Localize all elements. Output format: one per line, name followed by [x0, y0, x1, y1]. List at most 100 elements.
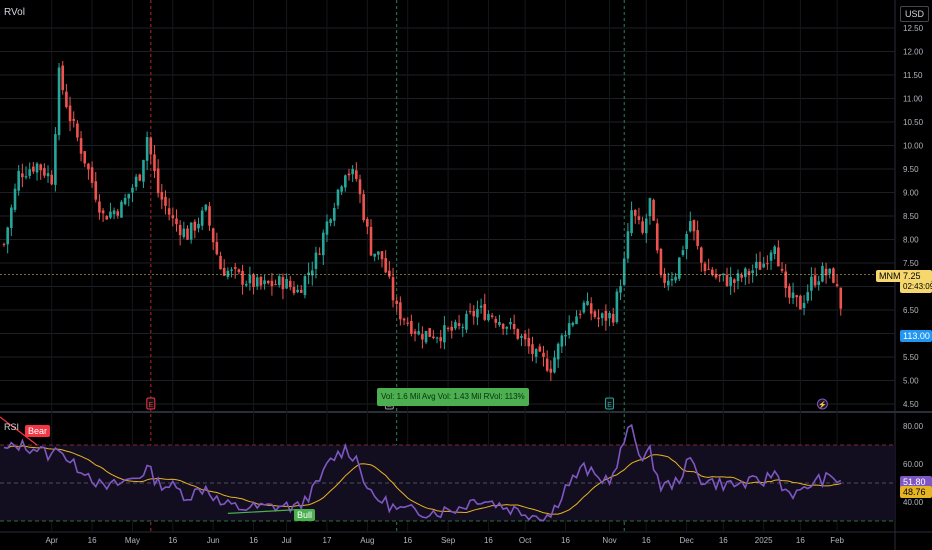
time-tick-label: 16	[642, 536, 651, 545]
candle	[582, 302, 586, 313]
candle	[802, 302, 806, 308]
candle	[171, 215, 175, 219]
time-tick-label: 16	[249, 536, 258, 545]
candle	[233, 266, 237, 269]
candle	[167, 208, 171, 215]
candle	[266, 281, 270, 284]
candle	[277, 276, 281, 286]
candle	[659, 248, 663, 275]
candle	[619, 286, 622, 293]
candle	[692, 220, 696, 232]
candle	[2, 243, 6, 245]
candle	[630, 210, 633, 234]
candle	[410, 321, 413, 334]
candle	[263, 280, 266, 285]
price-tick-label: 12.00	[903, 48, 924, 57]
candle	[244, 283, 248, 286]
candle	[755, 261, 758, 269]
candle	[369, 226, 373, 256]
candle	[600, 313, 604, 319]
candle	[160, 192, 164, 200]
rsi-tick-label: 40.00	[903, 498, 924, 507]
candle	[83, 151, 87, 164]
candle	[465, 313, 468, 330]
candle	[314, 252, 318, 269]
candle	[68, 105, 72, 122]
candle	[696, 230, 699, 246]
candle	[380, 251, 384, 260]
price-chart[interactable]: 12.50 12.00 11.50 11.00 10.50 10.00 9.50 9.00 8.…	[0, 0, 932, 550]
candle	[663, 273, 666, 283]
candle	[446, 327, 450, 329]
time-tick-label: Nov	[602, 536, 616, 545]
candle	[549, 368, 553, 373]
bear-divergence-label: Bear	[25, 425, 51, 437]
candle	[248, 274, 252, 284]
candle	[421, 334, 424, 340]
candle	[215, 241, 219, 255]
candle	[288, 280, 292, 288]
candle	[153, 154, 156, 172]
candle	[142, 160, 145, 182]
candle	[230, 269, 233, 271]
candle	[32, 166, 35, 172]
candle	[303, 276, 307, 296]
candle	[487, 314, 490, 321]
candle	[428, 328, 432, 337]
candle	[744, 268, 747, 278]
volume-tag: 113.00	[900, 330, 932, 342]
candle	[498, 322, 501, 326]
candle	[766, 263, 769, 265]
event-marker-glyph: E	[148, 402, 153, 409]
candle	[516, 329, 520, 339]
candle	[450, 326, 454, 331]
candle	[740, 274, 743, 278]
bull-divergence-label: Bull	[294, 509, 316, 521]
candle	[6, 227, 9, 245]
candle	[366, 219, 369, 227]
candle	[718, 275, 721, 277]
rvol-indicator-label[interactable]: RVol	[4, 7, 25, 18]
candle	[461, 326, 465, 328]
candle	[417, 331, 421, 335]
candle	[711, 269, 714, 275]
candle	[299, 289, 303, 293]
candle	[384, 258, 387, 273]
candle	[534, 349, 538, 357]
candle	[652, 199, 655, 221]
time-tick-label: 16	[403, 536, 412, 545]
candle	[538, 346, 542, 352]
candle	[406, 322, 409, 324]
candle	[211, 228, 215, 243]
candle	[439, 337, 443, 342]
candle	[325, 221, 329, 235]
candle	[43, 168, 46, 176]
candle	[164, 196, 167, 206]
event-marker-glyph: E	[607, 402, 612, 409]
price-tick-label: 8.50	[903, 212, 919, 221]
price-tick-label: 10.00	[903, 142, 924, 151]
candle	[186, 228, 189, 240]
candle	[241, 270, 244, 285]
candle	[76, 123, 79, 138]
price-tick-label: 8.00	[903, 236, 919, 245]
price-tick-label: 9.50	[903, 165, 919, 174]
candle	[200, 210, 204, 226]
bar-countdown-tag: 02:43:09	[900, 281, 932, 293]
candle	[512, 324, 516, 329]
candle	[608, 312, 611, 319]
time-tick-label: 16	[561, 536, 570, 545]
candle	[457, 323, 461, 326]
rsi-indicator-label[interactable]: RSI	[4, 422, 19, 432]
candle	[604, 310, 608, 321]
candle	[197, 223, 200, 229]
candle	[39, 164, 42, 171]
candle	[252, 274, 255, 288]
candle	[677, 257, 681, 279]
currency-button[interactable]: USD	[900, 6, 930, 22]
candle	[575, 316, 578, 325]
candle	[432, 336, 435, 338]
candle	[611, 313, 615, 323]
candle	[21, 173, 24, 178]
candle	[127, 193, 131, 199]
